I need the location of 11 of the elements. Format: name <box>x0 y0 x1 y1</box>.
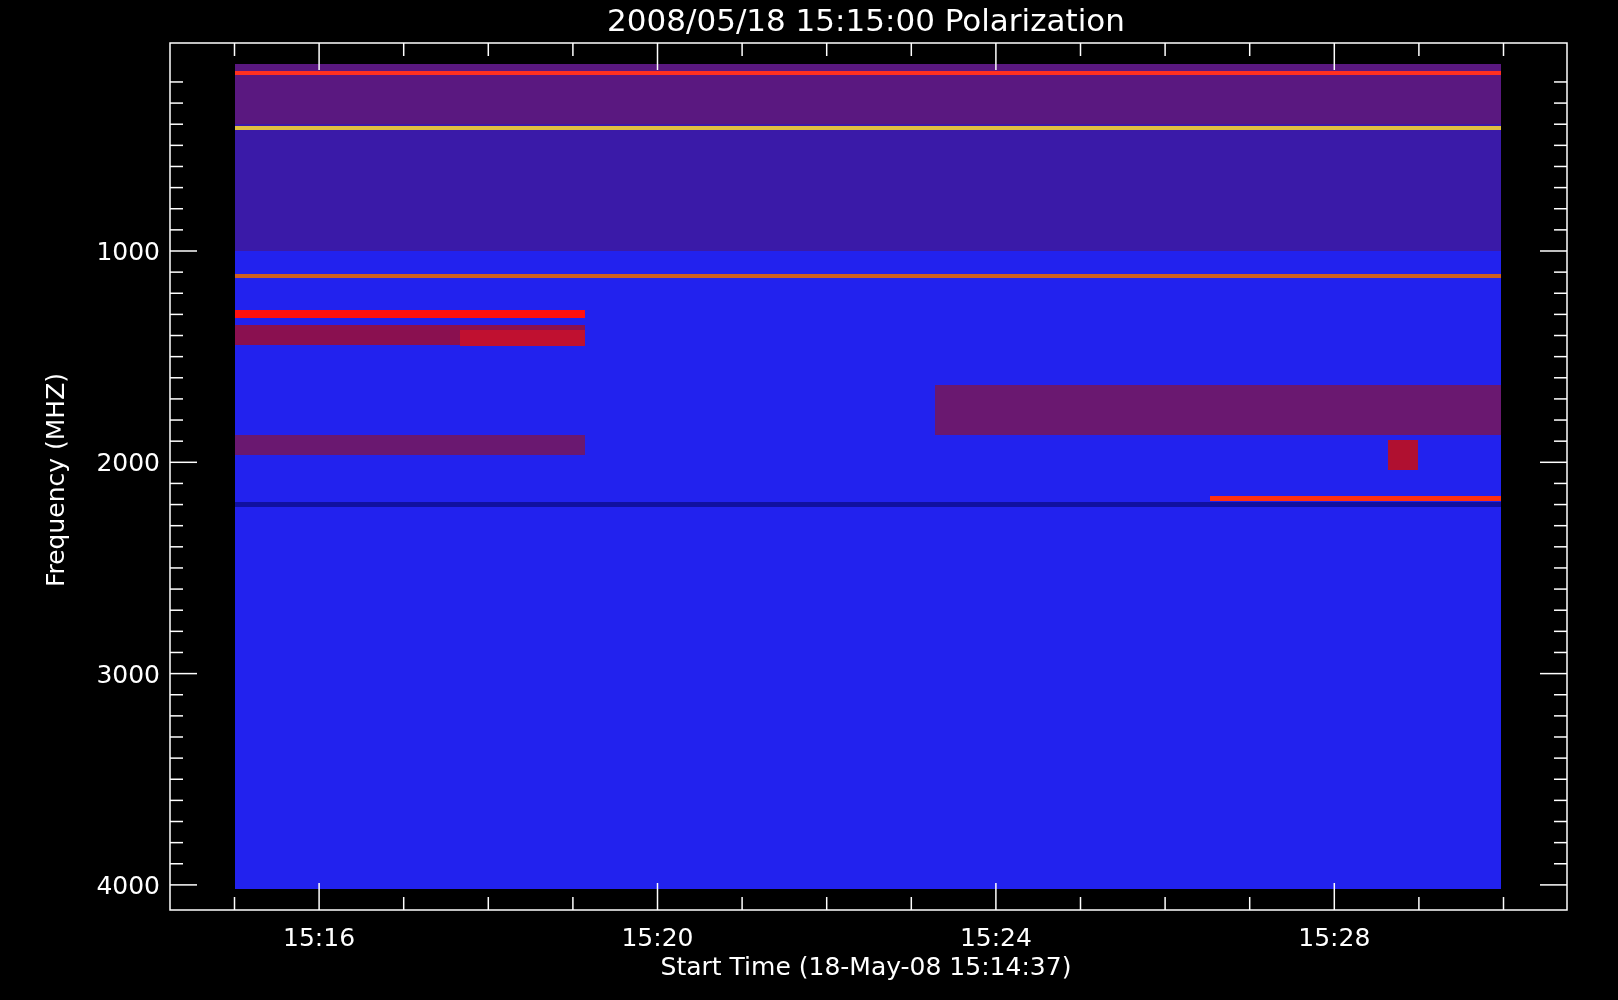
axis-tick-label: 3000 <box>96 659 160 689</box>
axis-tick-label: 15:16 <box>283 923 356 952</box>
axis-label: Frequency (MHZ) <box>41 372 70 588</box>
axis-tick-label: 2000 <box>96 448 160 478</box>
axis-tick-label: 1000 <box>96 237 160 266</box>
axis-tick-label: 15:20 <box>621 923 694 952</box>
axis-tick-label: 15:24 <box>959 923 1032 952</box>
plot-title: 2008/05/18 15:15:00 Polarization <box>607 2 1125 38</box>
axis-tick-label: 4000 <box>96 870 160 900</box>
axis-label: Start Time (18-May-08 15:14:37) <box>660 952 1072 981</box>
axis-tick-label: 15:28 <box>1298 923 1371 952</box>
